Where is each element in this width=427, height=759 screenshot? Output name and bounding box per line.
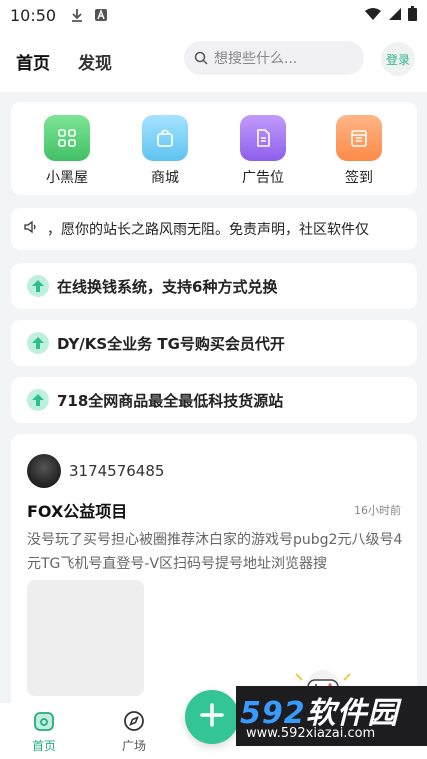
post-title[interactable]: FOX公益项目	[27, 498, 127, 522]
signal-icon	[388, 6, 402, 25]
login-button[interactable]: 登录	[381, 42, 415, 76]
arrow-up-icon	[27, 332, 49, 354]
quick-action-ads[interactable]: 广告位	[233, 115, 293, 187]
watermark-logo: 592软件园 www.592xiazai.com	[236, 686, 427, 746]
nav-home-label: 首页	[31, 739, 56, 753]
grid-icon	[44, 115, 90, 161]
arrow-up-icon	[27, 275, 49, 297]
notice-bar[interactable]: ，愿你的站长之路风雨无阻。免责声明，社区软件仅	[11, 208, 417, 250]
watermark-url: www.592xiazai.com	[246, 726, 376, 741]
search-icon	[194, 51, 208, 65]
post-username[interactable]: 3174576485	[69, 462, 164, 480]
promo-item[interactable]: DY/KS全业务 TG号购买会员代开	[11, 320, 417, 366]
quick-action-label: 商城	[151, 170, 179, 186]
shopping-bag-icon	[142, 115, 188, 161]
status-bar: 10:50	[0, 0, 427, 30]
promo-text: 在线换钱系统，支持6种方式兑换	[57, 277, 278, 296]
avatar[interactable]	[27, 454, 61, 488]
calendar-icon	[336, 115, 382, 161]
post-image[interactable]	[27, 580, 144, 696]
font-icon	[94, 8, 108, 22]
quick-action-label: 签到	[345, 170, 373, 186]
plus-icon	[199, 702, 225, 732]
post-time: 16小时前	[354, 504, 401, 517]
top-header: 首页 发现 想搜些什么... 登录	[0, 30, 427, 92]
nav-square[interactable]: 广场	[110, 709, 158, 754]
download-icon	[70, 8, 84, 22]
nav-square-label: 广场	[121, 739, 146, 753]
notice-text: ，愿你的站长之路风雨无阻。免责声明，社区软件仅	[47, 222, 369, 238]
nav-home[interactable]: 首页	[20, 709, 68, 754]
promo-text: 718全网商品最全最低科技货源站	[57, 391, 284, 410]
promo-text: DY/KS全业务 TG号购买会员代开	[57, 334, 285, 353]
compass-icon	[110, 709, 158, 733]
quick-actions: 小黑屋 商城 广告位 签到	[11, 102, 417, 195]
tab-discover[interactable]: 发现	[78, 49, 112, 74]
promo-item[interactable]: 718全网商品最全最低科技货源站	[11, 377, 417, 423]
quick-action-blacklist[interactable]: 小黑屋	[37, 115, 97, 187]
add-post-button[interactable]	[185, 690, 239, 744]
quick-action-shop[interactable]: 商城	[135, 115, 195, 187]
status-time: 10:50	[10, 5, 57, 25]
tab-home[interactable]: 首页	[13, 49, 53, 77]
quick-action-label: 广告位	[242, 170, 284, 186]
wifi-icon	[364, 6, 382, 25]
promo-item[interactable]: 在线换钱系统，支持6种方式兑换	[11, 263, 417, 309]
search-input[interactable]: 想搜些什么...	[184, 41, 364, 75]
quick-action-checkin[interactable]: 签到	[329, 115, 389, 187]
home-icon	[20, 709, 68, 733]
speaker-icon	[23, 219, 39, 239]
quick-action-label: 小黑屋	[46, 170, 88, 186]
search-placeholder: 想搜些什么...	[214, 51, 298, 67]
battery-icon	[408, 5, 417, 25]
document-icon	[240, 115, 286, 161]
arrow-up-icon	[27, 389, 49, 411]
